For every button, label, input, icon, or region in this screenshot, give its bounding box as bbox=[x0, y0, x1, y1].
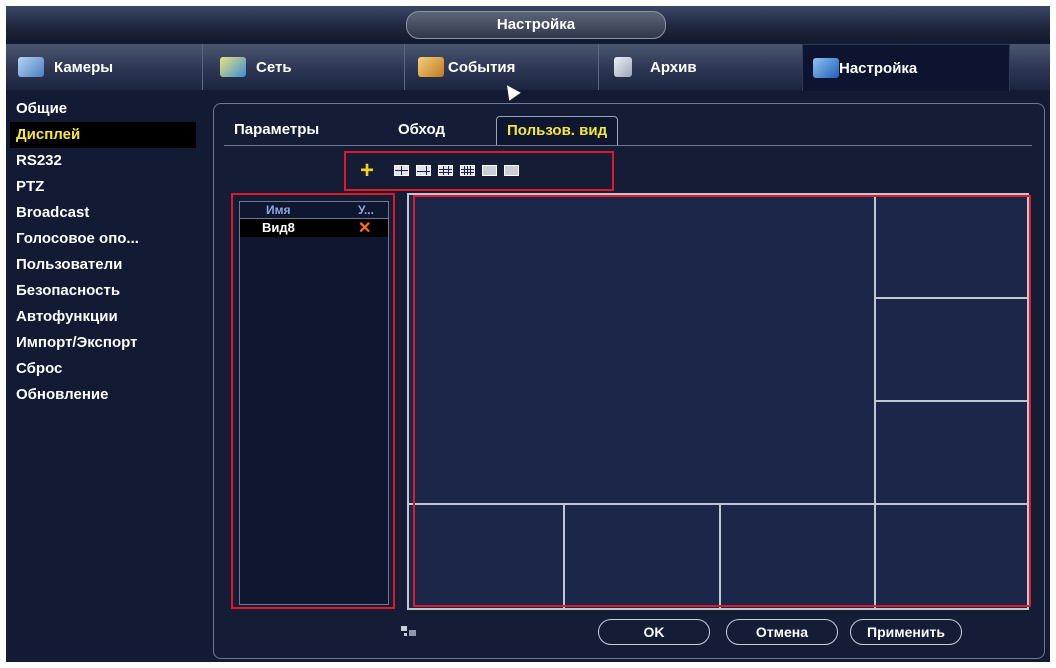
tab-separator bbox=[404, 44, 405, 90]
network-icon bbox=[220, 57, 246, 77]
sidebar-item-general[interactable]: Общие bbox=[10, 96, 196, 122]
tab-divider bbox=[224, 145, 1032, 146]
view-name: Вид8 bbox=[262, 220, 295, 235]
layout-4-icon[interactable] bbox=[394, 165, 409, 176]
dvr-settings-window: Настройка Камеры Сеть События Архив Наст… bbox=[6, 6, 1050, 662]
tab-cameras[interactable]: Камеры bbox=[18, 44, 188, 90]
events-icon bbox=[418, 57, 444, 77]
sidebar-item-import-export[interactable]: Импорт/Экспорт bbox=[10, 330, 196, 356]
tab-archive-label: Архив bbox=[650, 58, 697, 76]
tab-events-label: События bbox=[448, 58, 516, 76]
layout-6-icon[interactable] bbox=[416, 165, 431, 176]
apply-button[interactable]: Применить bbox=[850, 619, 962, 645]
layout-9-icon[interactable] bbox=[438, 165, 453, 176]
tab-settings[interactable]: Настройка bbox=[802, 44, 1010, 91]
tab-cameras-label: Камеры bbox=[54, 58, 114, 76]
camera-icon bbox=[18, 57, 44, 77]
view-list-highlight: Имя У... Вид8 ✕ bbox=[231, 193, 395, 609]
tab-network-label: Сеть bbox=[256, 58, 292, 76]
delete-icon[interactable]: ✕ bbox=[358, 218, 371, 238]
column-name-header: Имя bbox=[266, 203, 291, 217]
sidebar-item-ptz[interactable]: PTZ bbox=[10, 174, 196, 200]
tab-separator bbox=[202, 44, 203, 90]
layout-36-icon[interactable] bbox=[504, 165, 519, 176]
sidebar-item-reset[interactable]: Сброс bbox=[10, 356, 196, 382]
sidebar-item-security[interactable]: Безопасность bbox=[10, 278, 196, 304]
tab-events[interactable]: События bbox=[418, 44, 588, 90]
layout-16-icon[interactable] bbox=[460, 165, 475, 176]
mouse-icon bbox=[400, 624, 418, 638]
tab-archive[interactable]: Архив bbox=[614, 44, 784, 90]
sidebar-item-users[interactable]: Пользователи bbox=[10, 252, 196, 278]
ok-button[interactable]: OK bbox=[598, 619, 710, 645]
sidebar-item-display[interactable]: Дисплей bbox=[10, 122, 196, 148]
sidebar-item-auto-functions[interactable]: Автофункции bbox=[10, 304, 196, 330]
tab-network[interactable]: Сеть bbox=[220, 44, 390, 90]
tab-settings-label: Настройка bbox=[839, 59, 918, 77]
archive-icon bbox=[614, 57, 632, 77]
view-list: Имя У... Вид8 ✕ bbox=[239, 201, 389, 605]
tab-custom-view[interactable]: Пользов. вид bbox=[496, 116, 619, 145]
tab-tour[interactable]: Обход bbox=[388, 116, 455, 144]
sidebar-item-rs232[interactable]: RS232 bbox=[10, 148, 196, 174]
tab-separator bbox=[598, 44, 599, 90]
sidebar-item-voice[interactable]: Голосовое опо... bbox=[10, 226, 196, 252]
preview-highlight bbox=[413, 195, 1031, 607]
column-delete-header: У... bbox=[358, 203, 374, 217]
layout-25-icon[interactable] bbox=[482, 165, 497, 176]
settings-icon bbox=[813, 58, 839, 78]
view-list-header: Имя У... bbox=[240, 202, 388, 219]
window-title: Настройка bbox=[406, 11, 666, 39]
tab-parameters[interactable]: Параметры bbox=[224, 116, 329, 144]
top-tab-bar: Камеры Сеть События Архив Настройка bbox=[6, 44, 1050, 101]
sidebar-item-broadcast[interactable]: Broadcast bbox=[10, 200, 196, 226]
sidebar-item-update[interactable]: Обновление bbox=[10, 382, 196, 408]
add-icon[interactable]: + bbox=[360, 159, 374, 183]
cancel-button[interactable]: Отмена bbox=[726, 619, 838, 645]
title-bar: Настройка bbox=[6, 6, 1050, 42]
view-list-row[interactable]: Вид8 ✕ bbox=[240, 219, 388, 237]
display-settings-panel: Параметры Обход Пользов. вид + Имя У... … bbox=[213, 103, 1045, 659]
layout-toolbar: + bbox=[344, 151, 614, 191]
sidebar-menu: Общие Дисплей RS232 PTZ Broadcast Голосо… bbox=[10, 96, 196, 408]
